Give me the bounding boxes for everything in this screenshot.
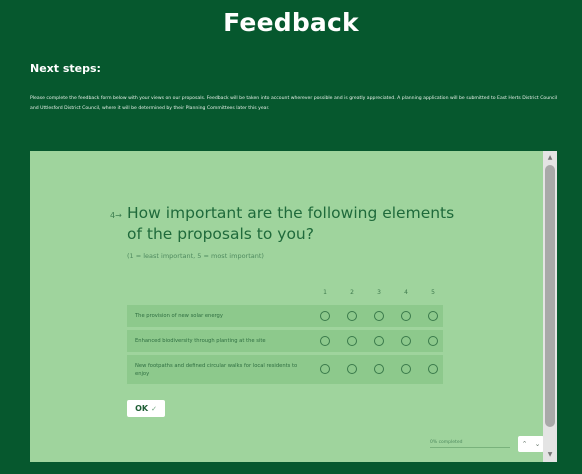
radio-option-4[interactable] [401,364,411,374]
radio-option-4[interactable] [401,336,411,346]
radio-option-4[interactable] [401,311,411,321]
scrollbar-thumb[interactable] [545,165,555,427]
feedback-form-embed: 4→ How important are the following eleme… [30,151,557,462]
radio-option-3[interactable] [374,311,384,321]
scroll-up-arrow-icon[interactable]: ▲ [543,153,557,163]
matrix-row-biodiversity: Enhanced biodiversity through planting a… [127,330,443,352]
row-label: The provision of new solar energy [135,313,223,319]
question-subtitle: (1 = least important, 5 = most important… [127,252,264,260]
scale-header-2: 2 [350,289,354,296]
ok-button[interactable]: OK ✓ [127,400,165,417]
radio-option-1[interactable] [320,364,330,374]
scale-header-4: 4 [404,289,408,296]
radio-option-5[interactable] [428,311,438,321]
scroll-down-arrow-icon[interactable]: ▼ [543,450,557,460]
radio-option-1[interactable] [320,311,330,321]
radio-option-5[interactable] [428,364,438,374]
next-steps-heading: Next steps: [30,62,101,75]
row-label: New footpaths and defined circular walks… [135,362,298,377]
radio-option-2[interactable] [347,311,357,321]
page-title: Feedback [223,8,359,37]
scale-header-5: 5 [431,289,435,296]
form-scrollbar[interactable]: ▲ ▼ [543,151,557,462]
scale-header-1: 1 [323,289,327,296]
matrix-row-footpaths: New footpaths and defined circular walks… [127,355,443,384]
question-arrow-icon: → [115,211,122,220]
feedback-page: Feedback Next steps: Please complete the… [0,0,582,474]
radio-option-2[interactable] [347,336,357,346]
previous-question-button[interactable]: ⌃ [518,436,531,452]
question-navigation: ⌃ ⌄ [518,436,544,452]
ok-label: OK [135,404,149,413]
radio-option-3[interactable] [374,336,384,346]
question-title: How important are the following elements… [127,204,455,243]
radio-option-3[interactable] [374,364,384,374]
matrix-row-solar-energy: The provision of new solar energy [127,305,443,327]
checkmark-icon: ✓ [151,404,157,413]
intro-paragraph: Please complete the feedback form below … [30,96,558,111]
radio-option-2[interactable] [347,364,357,374]
progress-text: 0% completed [430,440,463,445]
radio-option-5[interactable] [428,336,438,346]
row-label: Enhanced biodiversity through planting a… [135,338,266,344]
progress-bar [430,447,510,448]
scale-header-3: 3 [377,289,381,296]
radio-option-1[interactable] [320,336,330,346]
question-number: 4→ [110,211,122,220]
